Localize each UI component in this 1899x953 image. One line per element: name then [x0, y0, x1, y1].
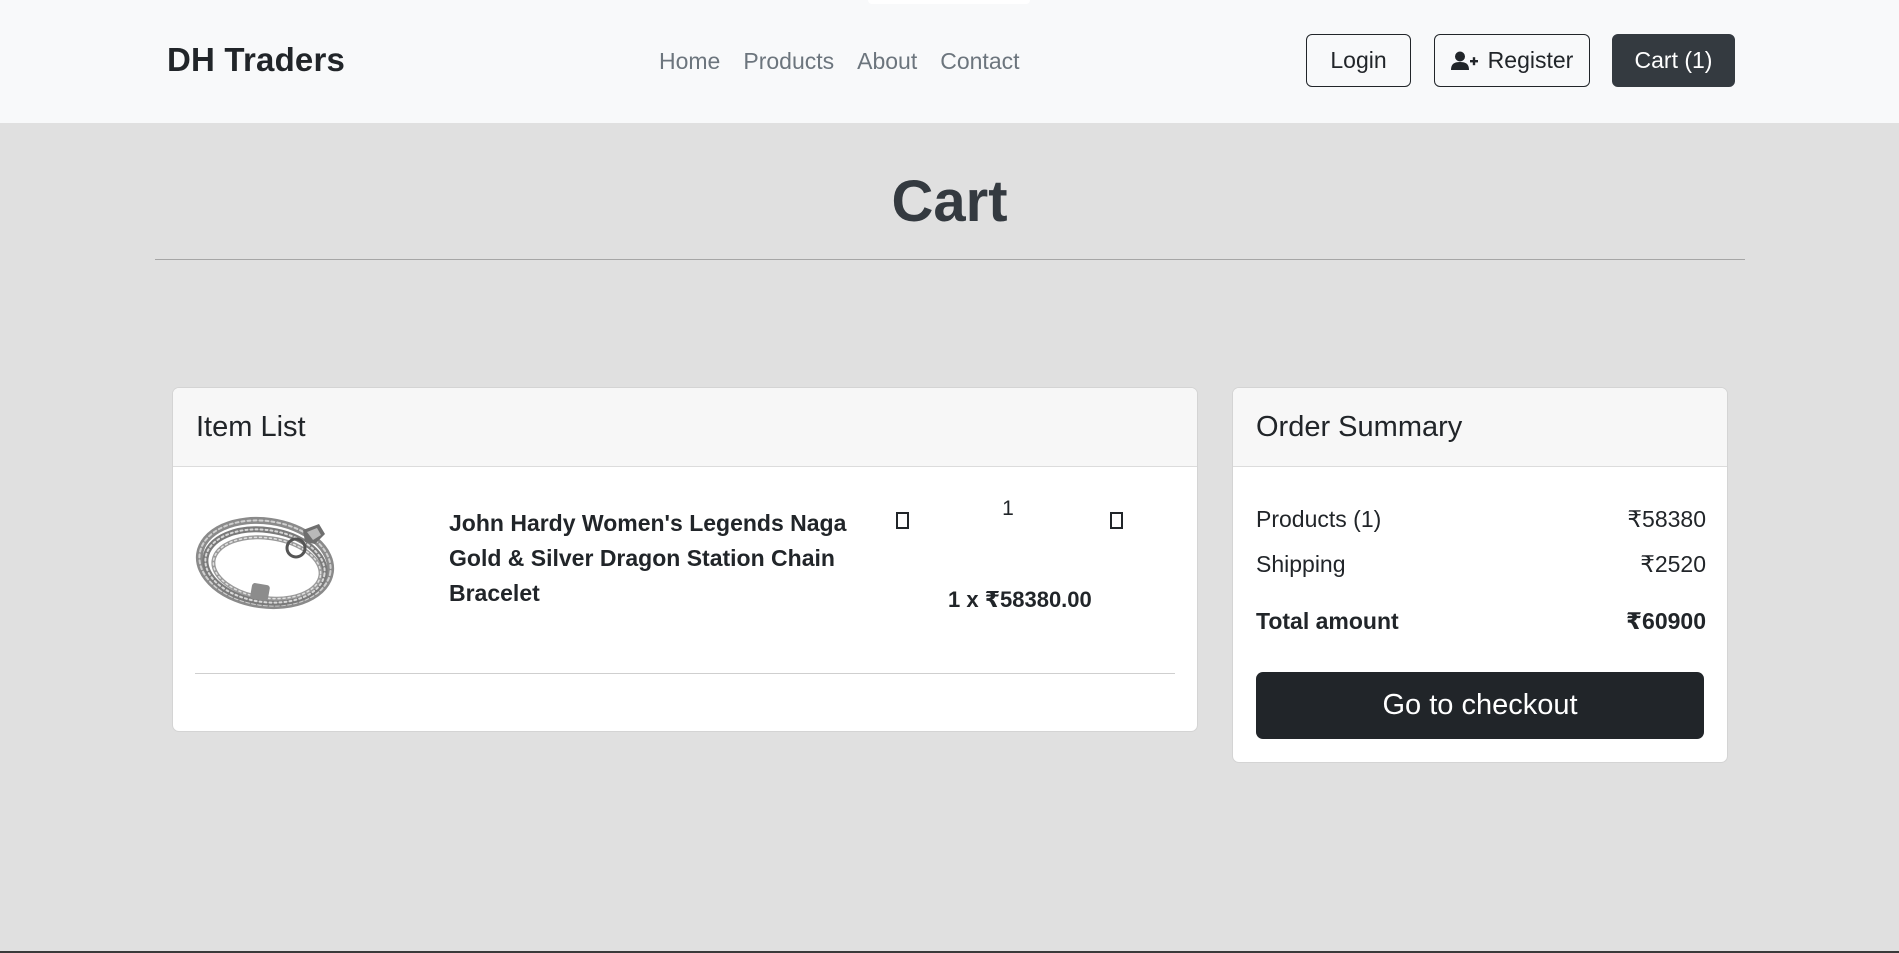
cart-label: Cart (1) — [1634, 47, 1713, 73]
bracelet-image — [195, 510, 339, 612]
item-divider — [195, 673, 1175, 674]
login-button[interactable]: Login — [1306, 34, 1411, 87]
user-plus-icon — [1450, 51, 1478, 71]
summary-products-value: ₹58380 — [1627, 506, 1706, 532]
item-list-header: Item List — [173, 388, 1197, 467]
nav-link-about[interactable]: About — [857, 48, 917, 75]
order-summary-header: Order Summary — [1233, 388, 1727, 467]
nav-link-products[interactable]: Products — [743, 48, 834, 75]
navbar-notch — [868, 0, 1030, 4]
item-name[interactable]: John Hardy Women's Legends Naga Gold & S… — [449, 506, 869, 611]
login-label: Login — [1330, 47, 1387, 73]
order-summary-card: Order Summary Products (1) ₹58380 Shippi… — [1232, 387, 1728, 763]
summary-total-row: Total amount ₹60900 — [1256, 608, 1706, 635]
cart-button[interactable]: Cart (1) — [1612, 34, 1735, 87]
nav-links: Home Products About Contact — [659, 48, 1020, 75]
item-price: 1 x ₹58380.00 — [948, 587, 1092, 612]
nav-link-contact[interactable]: Contact — [940, 48, 1019, 75]
item-quantity: 1 — [1002, 497, 1014, 520]
increase-quantity-button[interactable] — [1110, 512, 1123, 529]
title-divider — [155, 259, 1745, 260]
decrease-quantity-button[interactable] — [896, 512, 909, 529]
summary-total-label: Total amount — [1256, 608, 1399, 634]
register-button[interactable]: Register — [1434, 34, 1590, 87]
summary-products-row: Products (1) ₹58380 — [1256, 506, 1706, 533]
register-label: Register — [1487, 47, 1574, 73]
summary-shipping-value: ₹2520 — [1640, 551, 1706, 577]
item-list-card: Item List John Hardy Women's Legends Nag… — [172, 387, 1198, 732]
summary-shipping-label: Shipping — [1256, 551, 1346, 577]
nav-link-home[interactable]: Home — [659, 48, 720, 75]
brand-logo[interactable]: DH Traders — [167, 41, 345, 79]
summary-products-label: Products (1) — [1256, 506, 1382, 532]
summary-total-value: ₹60900 — [1626, 608, 1706, 634]
checkout-button[interactable]: Go to checkout — [1256, 672, 1704, 739]
navbar: DH Traders Home Products About Contact L… — [0, 0, 1899, 123]
page-title: Cart — [891, 169, 1008, 234]
summary-shipping-row: Shipping ₹2520 — [1256, 551, 1706, 578]
